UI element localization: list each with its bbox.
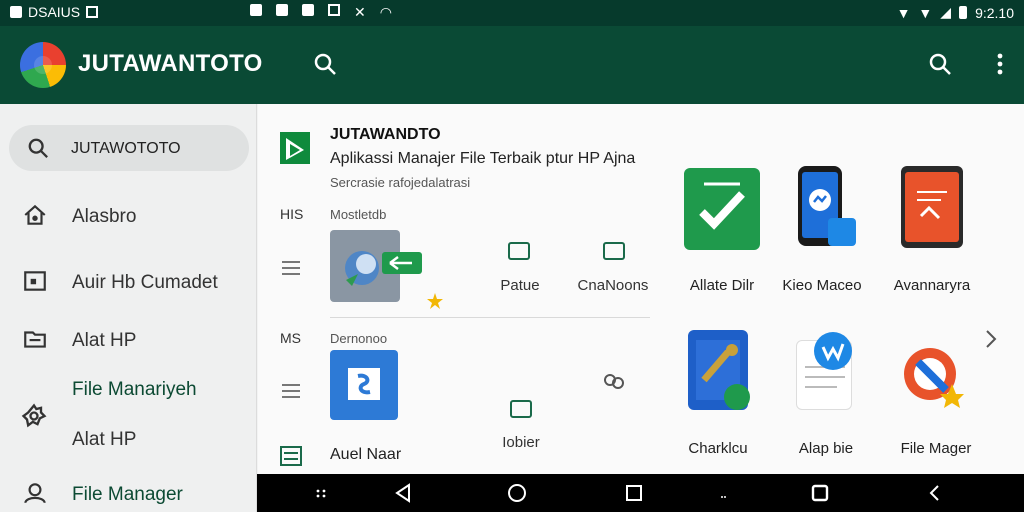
link-icon: [604, 374, 624, 389]
patue-icon: [508, 242, 530, 260]
app-title: JUTAWANTOTO: [78, 50, 263, 77]
box-logo-icon: [348, 368, 380, 400]
home-icon: [24, 204, 46, 225]
status-left-text: DSAIUS: [28, 4, 81, 20]
section-code: HIS: [280, 206, 304, 222]
home-icon[interactable]: [507, 483, 527, 503]
sidebar-search-text: JUTAWOTOTO: [71, 140, 181, 157]
sidebar-item-label: Auir Hb Cumadet: [72, 272, 218, 293]
search-button-right[interactable]: [925, 49, 955, 79]
photo-notification-icon: [302, 4, 314, 16]
recents-icon[interactable]: [810, 483, 830, 503]
more-vert-icon: [997, 53, 1003, 75]
wave-badge-icon: [814, 332, 852, 370]
menu-dots-icon[interactable]: [311, 483, 331, 503]
cell-signal-icon: ◢: [940, 4, 952, 20]
star-badge-icon: [427, 293, 443, 309]
app-icon-avannaryra[interactable]: [901, 166, 963, 248]
section-code: MS: [280, 330, 301, 346]
app-bar: JUTAWANTOTO: [0, 26, 1024, 104]
image-icon: [24, 271, 46, 291]
search-button[interactable]: [310, 49, 340, 79]
sidebar-item-label: Alasbro: [72, 206, 137, 227]
plus-badge: [724, 384, 750, 410]
folder-icon: [24, 331, 46, 348]
section1-action-label[interactable]: CnaNoons: [563, 277, 663, 294]
app-label: Charklcu: [688, 440, 748, 457]
cross-notification-icon: ✕: [354, 4, 366, 20]
sidebar-item-alasbro[interactable]: Alasbro: [0, 196, 257, 236]
messenger-icon: [809, 189, 831, 211]
person-icon: [24, 483, 46, 504]
small-dots-icon: [721, 496, 726, 498]
arrow-left-icon: [389, 256, 412, 270]
app-badge-icon: [280, 132, 310, 164]
search-icon: [28, 138, 48, 158]
list-icon[interactable]: [280, 446, 302, 466]
document-icon: [917, 191, 947, 220]
sidebar-item-file-manager[interactable]: File Manager: [0, 474, 257, 512]
status-bar: DSAIUS ✕ ◠ ▼ ▼ ◢ 9:2.10: [0, 0, 1024, 26]
folder-action-icon: [510, 400, 532, 418]
recents-icon[interactable]: [624, 483, 644, 503]
app-label: Alap bie: [798, 440, 854, 457]
file-manager-icon: [904, 348, 964, 408]
app-logo: [20, 42, 66, 88]
sidebar-item-alat-hp[interactable]: Alat HP: [0, 320, 257, 360]
menu-icon[interactable]: [282, 261, 300, 275]
download-notification-icon: [276, 4, 288, 16]
section1-action-label[interactable]: Patue: [470, 277, 570, 294]
app-label: Auel Naar: [330, 446, 402, 463]
app-label: Avannaryra: [893, 277, 971, 294]
clock-text: 9:2.10: [975, 4, 1014, 21]
wifi-signal-icon: ▼: [896, 4, 911, 21]
sidebar-item-label: File Manager: [72, 484, 183, 505]
sync-notification-icon: [328, 4, 340, 16]
back-chevron-icon[interactable]: [925, 483, 945, 503]
cnanoons-icon: [603, 242, 625, 260]
sidebar-search[interactable]: JUTAWOTOTO: [9, 125, 249, 171]
back-icon[interactable]: [393, 483, 413, 503]
app-thumbnail[interactable]: [330, 350, 398, 420]
sidebar: JUTAWOTOTO Alasbro Auir Hb Cumadet Alat …: [0, 104, 257, 512]
notification-box-icon: [86, 6, 99, 18]
app-icon-file-mager[interactable]: [900, 344, 966, 410]
menu-icon[interactable]: [282, 384, 300, 398]
section2-action-label[interactable]: Iobier: [471, 434, 571, 451]
image-notification-icon: [250, 4, 262, 16]
sidebar-item-auir[interactable]: Auir Hb Cumadet: [0, 262, 257, 302]
header-title: JUTAWANDTO: [330, 126, 441, 143]
search-icon: [314, 53, 336, 75]
app-label: File Mager: [900, 440, 972, 457]
header-description: Sercrasie rafojedalatrasi: [330, 175, 471, 190]
sidebar-item-label: File Manariyeh: [72, 379, 197, 400]
wifi-full-icon: ▼: [918, 4, 933, 21]
battery-icon: [959, 6, 968, 19]
app-label: Kieo Maceo: [782, 277, 862, 294]
chevron-right-icon[interactable]: [984, 329, 998, 349]
header-subtitle: Aplikassi Manajer File Terbaik ptur HP A…: [330, 150, 636, 167]
checkmark-icon: [699, 182, 745, 230]
sidebar-item-label: Alat HP: [72, 330, 137, 351]
sidebar-item-label: Alat HP: [72, 429, 137, 450]
share-badge: [828, 218, 856, 246]
main-content: JUTAWANDTO Aplikassi Manajer File Terbai…: [258, 104, 1024, 474]
search-icon: [929, 53, 951, 75]
overflow-menu-button[interactable]: [985, 49, 1015, 79]
wifi-notification-icon: ◠: [379, 4, 392, 20]
section-name: Dernonoo: [330, 331, 388, 346]
section-name: Mostletdb: [330, 207, 387, 222]
navigation-bar: [257, 474, 1024, 512]
section-divider: [330, 317, 650, 318]
sidebar-item-alat-hp-2[interactable]: Alat HP: [0, 421, 257, 461]
arrow-badge: [382, 252, 422, 274]
app-icon-allate[interactable]: [684, 168, 760, 250]
notification-icon: [10, 6, 22, 18]
